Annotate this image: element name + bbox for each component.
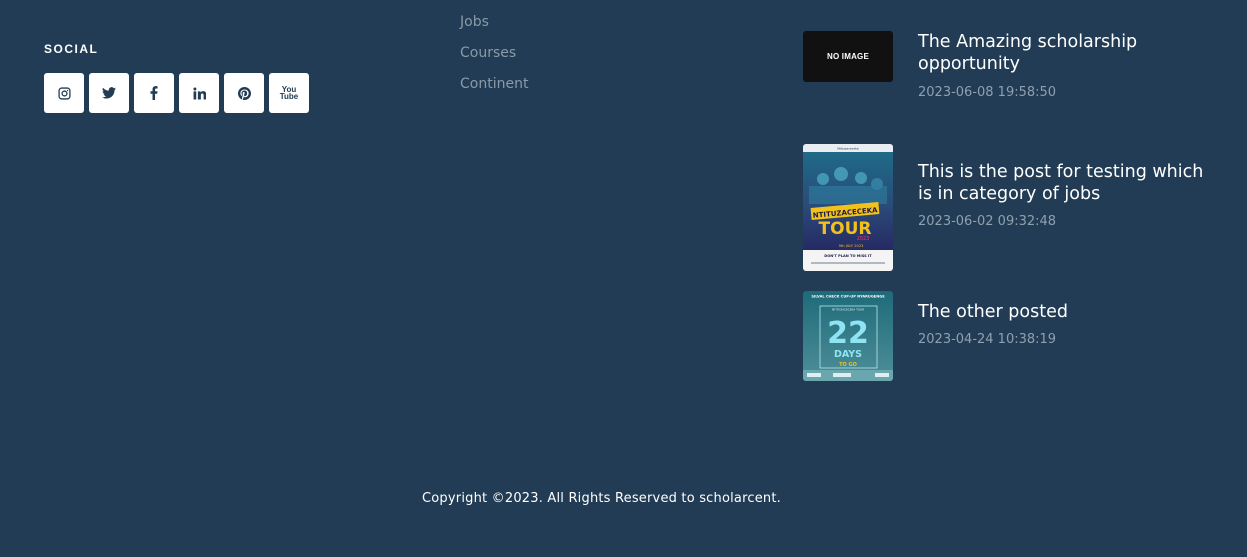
- poster-top-text: Ntituzaceceka: [837, 147, 858, 151]
- no-image-label: NO IMAGE: [826, 52, 870, 61]
- countdown-sub-text: NTITUZACECEKA TOUR: [832, 308, 864, 312]
- link-item: Jobs: [460, 13, 528, 44]
- youtube-button[interactable]: You Tube: [269, 73, 309, 113]
- instagram-button[interactable]: [44, 73, 84, 113]
- jobs-link[interactable]: Jobs: [460, 14, 489, 30]
- post-title[interactable]: This is the post for testing which is in…: [918, 161, 1218, 205]
- post-thumbnail[interactable]: Ntituzaceceka NTITUZACECEKA TOUR 2023 9t…: [803, 144, 893, 271]
- post-thumbnail[interactable]: NO IMAGE: [803, 31, 893, 82]
- copyright-text: Copyright ©2023. All Rights Reserved to …: [422, 491, 781, 506]
- link-item: Continent: [460, 75, 528, 106]
- pinterest-button[interactable]: [224, 73, 264, 113]
- poster-date-text: 9th JULY 2023: [839, 244, 864, 248]
- social-links: You Tube: [44, 73, 309, 113]
- linkedin-button[interactable]: [179, 73, 219, 113]
- facebook-icon: [150, 86, 158, 100]
- post-date: 2023-04-24 10:38:19: [918, 332, 1057, 347]
- pinterest-icon: [237, 86, 251, 100]
- post-title[interactable]: The Amazing scholarship opportunity: [918, 31, 1218, 75]
- countdown-top-text: SILVAL CHECK CUP-UP NYARUGENGE: [811, 295, 885, 299]
- courses-link[interactable]: Courses: [460, 45, 516, 61]
- poster-tagline-text: DON'T PLAN TO MISS IT: [824, 254, 872, 258]
- post-date: 2023-06-08 19:58:50: [918, 85, 1057, 100]
- twitter-button[interactable]: [89, 73, 129, 113]
- category-links: Jobs Courses Continent: [460, 13, 528, 106]
- youtube-icon: You Tube: [279, 85, 299, 101]
- continent-link[interactable]: Continent: [460, 76, 528, 92]
- link-item: Courses: [460, 44, 528, 75]
- linkedin-icon: [193, 87, 206, 99]
- facebook-button[interactable]: [134, 73, 174, 113]
- poster-year-text: 2023: [857, 236, 870, 242]
- post-title[interactable]: The other posted: [918, 301, 1218, 323]
- post-date: 2023-06-02 09:32:48: [918, 214, 1057, 229]
- tour-poster-image: Ntituzaceceka NTITUZACECEKA TOUR 2023 9t…: [803, 144, 893, 271]
- instagram-icon: [57, 86, 71, 100]
- countdown-poster-image: SILVAL CHECK CUP-UP NYARUGENGE NTITUZACE…: [803, 291, 893, 381]
- post-thumbnail[interactable]: SILVAL CHECK CUP-UP NYARUGENGE NTITUZACE…: [803, 291, 893, 381]
- twitter-icon: [102, 87, 116, 99]
- social-heading: SOCIAL: [44, 42, 99, 56]
- countdown-days: DAYS: [834, 349, 862, 360]
- countdown-togo: TO GO: [839, 362, 857, 368]
- countdown-number: 22: [827, 316, 869, 351]
